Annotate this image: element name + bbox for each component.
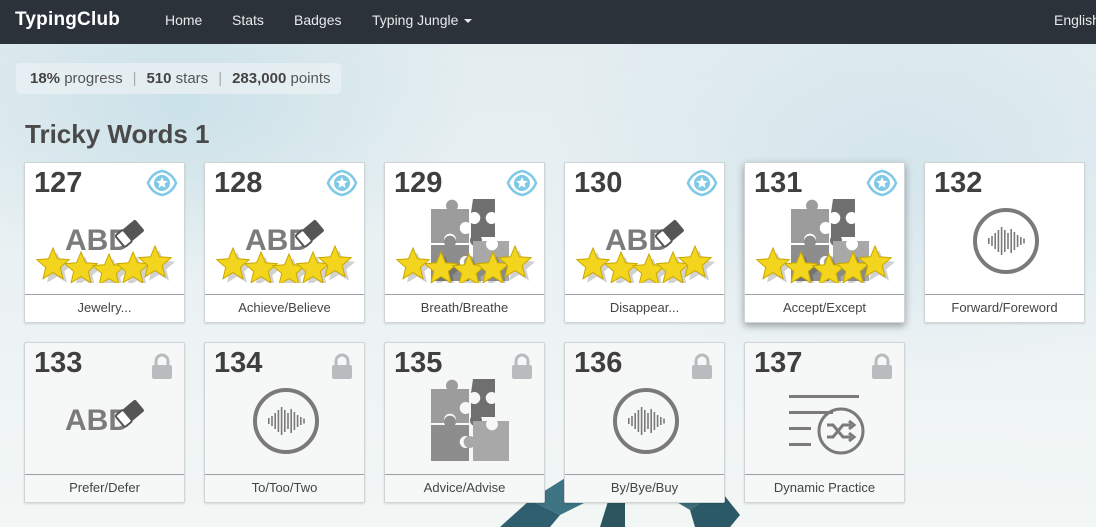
lesson-label: By/Bye/Buy (565, 474, 724, 502)
nav-stats-link[interactable]: Stats (232, 12, 264, 28)
lesson-number: 133 (34, 347, 83, 379)
star-rating (35, 244, 176, 283)
lesson-label: Disappear... (565, 294, 724, 322)
lock-icon (692, 353, 712, 379)
star-rating (395, 244, 536, 283)
lesson-card-130[interactable]: 130 ABD Disappear... (564, 162, 725, 323)
language-selector[interactable]: English (1054, 12, 1096, 28)
lesson-label: Jewelry... (25, 294, 184, 322)
lesson-card-128[interactable]: 128 ABD Achieve/Believe (204, 162, 365, 323)
nav-typing-jungle-label: Typing Jungle (372, 12, 459, 28)
shuffle-list-icon (745, 383, 904, 475)
lesson-number: 127 (34, 167, 83, 199)
lesson-card-135[interactable]: 135 Advice/Advise (384, 342, 545, 503)
stars-stat: 510 stars (146, 70, 208, 87)
chevron-down-icon (464, 19, 473, 24)
award-badge-icon (866, 169, 898, 197)
star-rating (215, 244, 356, 283)
progress-summary: 18% progress | 510 stars | 283,000 point… (16, 63, 341, 94)
audio-wave-icon (565, 383, 724, 475)
nav-typing-jungle-dropdown[interactable]: Typing Jungle (372, 12, 473, 28)
lesson-card-134[interactable]: 134 To/Too/Two (204, 342, 365, 503)
award-badge-icon (506, 169, 538, 197)
abc-eraser-icon: ABD (25, 383, 184, 475)
lesson-label: Forward/Foreword (925, 294, 1084, 322)
lock-icon (152, 353, 172, 379)
nav-home-link[interactable]: Home (165, 12, 202, 28)
lesson-number: 128 (214, 167, 263, 199)
points-value: 283,000 (232, 70, 287, 87)
progress-label: progress (64, 70, 123, 87)
top-navbar: TypingClub Home Stats Badges Typing Jung… (0, 0, 1096, 44)
lock-icon (872, 353, 892, 379)
lesson-card-131[interactable]: 131 Accept/Except (744, 162, 905, 323)
stars-label: stars (175, 70, 209, 87)
lesson-card-129[interactable]: 129 Breath/Breathe (384, 162, 545, 323)
award-badge-icon (326, 169, 358, 197)
section-title: Tricky Words 1 (25, 119, 210, 149)
brand-logo[interactable]: TypingClub (15, 9, 120, 31)
points-stat: 283,000 points (232, 70, 330, 87)
lesson-card-137[interactable]: 137 Dynamic Practice (744, 342, 905, 503)
lesson-number: 134 (214, 347, 263, 379)
audio-wave-icon (925, 203, 1084, 295)
lesson-card-132[interactable]: 132 Forward/Foreword (924, 162, 1085, 323)
award-badge-icon (146, 169, 178, 197)
lesson-label: Prefer/Defer (25, 474, 184, 502)
lesson-number: 136 (574, 347, 623, 379)
progress-stat: 18% progress (30, 70, 123, 87)
lesson-label: Breath/Breathe (385, 294, 544, 322)
lesson-card-133[interactable]: 133 ABD Prefer/Defer (24, 342, 185, 503)
lesson-label: Dynamic Practice (745, 474, 904, 502)
lesson-label: Accept/Except (745, 294, 904, 322)
progress-value: 18% (30, 70, 61, 87)
lesson-card-136[interactable]: 136 By/Bye/Buy (564, 342, 725, 503)
points-label: points (290, 70, 331, 87)
lesson-number: 130 (574, 167, 623, 199)
lock-icon (332, 353, 352, 379)
lesson-label: Advice/Advise (385, 474, 544, 502)
stars-value: 510 (146, 70, 172, 87)
lesson-card-127[interactable]: 127 ABD Jewelry... (24, 162, 185, 323)
nav-badges-link[interactable]: Badges (294, 12, 341, 28)
lesson-number: 137 (754, 347, 803, 379)
star-rating (755, 244, 896, 283)
lesson-label: Achieve/Believe (205, 294, 364, 322)
lesson-number: 132 (934, 167, 983, 199)
star-rating (575, 244, 716, 283)
award-badge-icon (686, 169, 718, 197)
lesson-label: To/Too/Two (205, 474, 364, 502)
audio-wave-icon (205, 383, 364, 475)
summary-separator: | (132, 70, 137, 87)
puzzle-icon (385, 379, 544, 475)
summary-separator: | (218, 70, 223, 87)
